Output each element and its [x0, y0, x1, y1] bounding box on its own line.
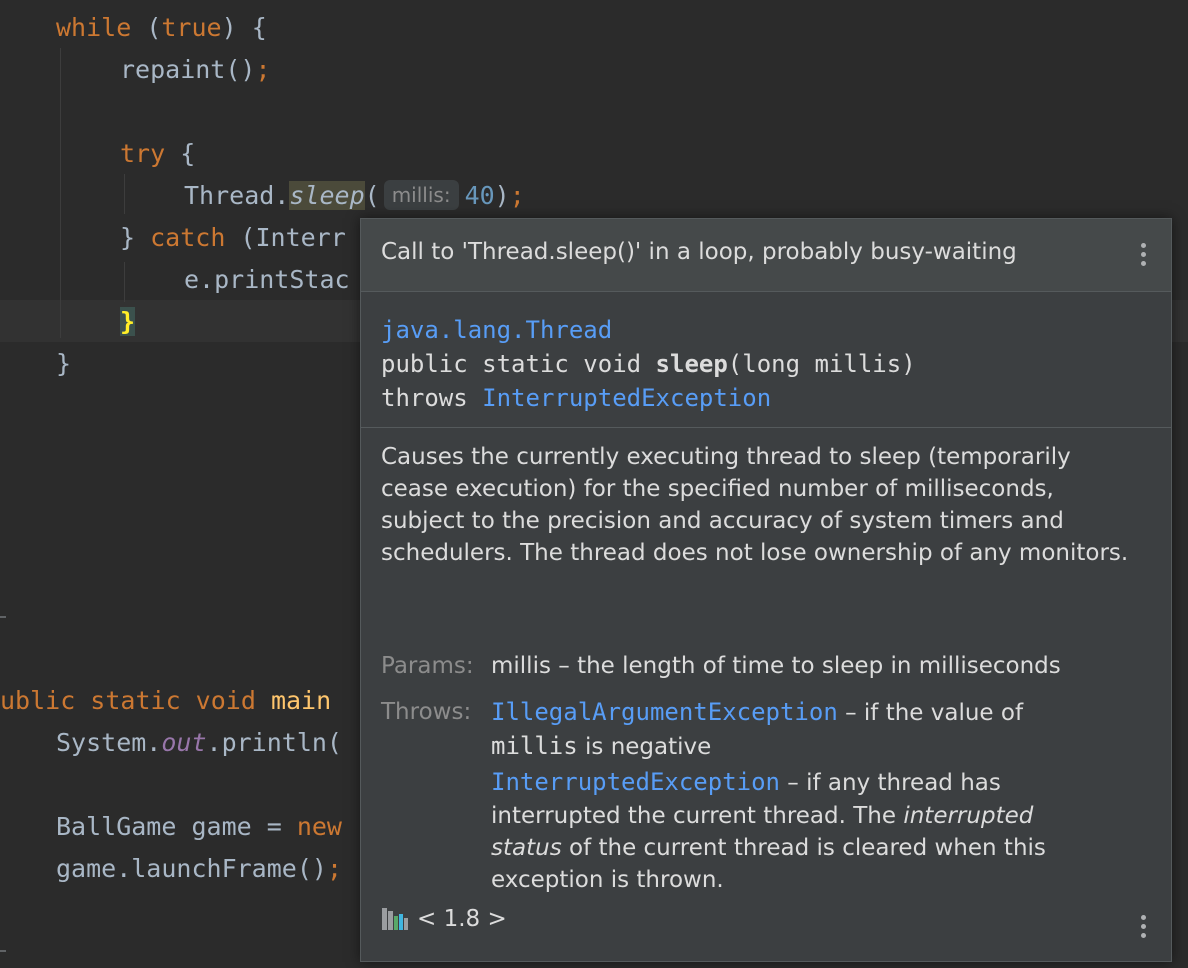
throws-entry-1: IllegalArgumentException – if the value … — [491, 698, 1024, 726]
throws-entry-2-cont: exception is thrown. — [491, 867, 724, 893]
throws-entry-2-cont: interrupted the current thread. The inte… — [491, 803, 1034, 829]
fold-marker[interactable] — [0, 950, 6, 952]
code-line-catch[interactable]: } catch (Interr — [120, 217, 346, 259]
throws-label: Throws: — [381, 699, 472, 725]
throws-entry-1-cont: millis is negative — [491, 732, 712, 760]
exception-link[interactable]: InterruptedException — [482, 384, 771, 412]
class-link[interactable]: java.lang.Thread — [381, 316, 612, 344]
indent-guide — [124, 262, 125, 302]
code-line-main[interactable]: ublic static void main — [0, 680, 331, 722]
more-options-icon[interactable] — [1139, 243, 1147, 266]
params-text: millis – the length of time to sleep in … — [491, 653, 1061, 679]
code-line-inner-brace[interactable]: } — [120, 301, 136, 343]
fold-marker[interactable] — [0, 616, 6, 618]
code-line-launch[interactable]: game.launchFrame(); — [56, 848, 342, 890]
inspection-header: Call to 'Thread.sleep()' in a loop, prob… — [361, 219, 1171, 292]
inspection-message: Call to 'Thread.sleep()' in a loop, prob… — [381, 239, 1017, 265]
indent-guide — [124, 174, 125, 214]
params-label: Params: — [381, 653, 474, 679]
quick-documentation-popup[interactable]: Call to 'Thread.sleep()' in a loop, prob… — [360, 218, 1172, 962]
method-signature: java.lang.Thread public static void slee… — [381, 316, 916, 412]
divider — [361, 427, 1171, 428]
throws-entry-2-cont: status of the current thread is cleared … — [491, 835, 1046, 861]
code-line-while[interactable]: while (true) { — [56, 7, 267, 49]
code-line-print-stack[interactable]: e.printStac — [184, 259, 350, 301]
code-line-outer-brace[interactable]: } — [56, 343, 71, 385]
code-line-ballgame[interactable]: BallGame game = new — [56, 806, 342, 848]
method-description: Causes the currently executing thread to… — [381, 444, 1129, 566]
more-options-icon[interactable] — [1139, 915, 1147, 938]
matched-brace: } — [120, 307, 136, 336]
jdk-version-label[interactable]: < 1.8 > — [417, 906, 507, 932]
throws-entry-2: InterruptedException – if any thread has — [491, 768, 1001, 796]
exception-link[interactable]: InterruptedException — [491, 768, 780, 796]
code-line-sysout[interactable]: System.out.println( — [56, 722, 342, 764]
exception-link[interactable]: IllegalArgumentException — [491, 698, 838, 726]
library-footer: < 1.8 > — [381, 903, 507, 935]
code-line-sleep[interactable]: Thread.sleep(millis: 40); — [184, 175, 525, 217]
sleep-method-call[interactable]: sleep — [289, 181, 365, 210]
library-icon — [381, 906, 409, 932]
code-line-try[interactable]: try { — [120, 133, 195, 175]
parameter-hint: millis: — [383, 180, 459, 210]
indent-guide — [60, 48, 61, 338]
code-line-repaint[interactable]: repaint(); — [120, 49, 271, 91]
